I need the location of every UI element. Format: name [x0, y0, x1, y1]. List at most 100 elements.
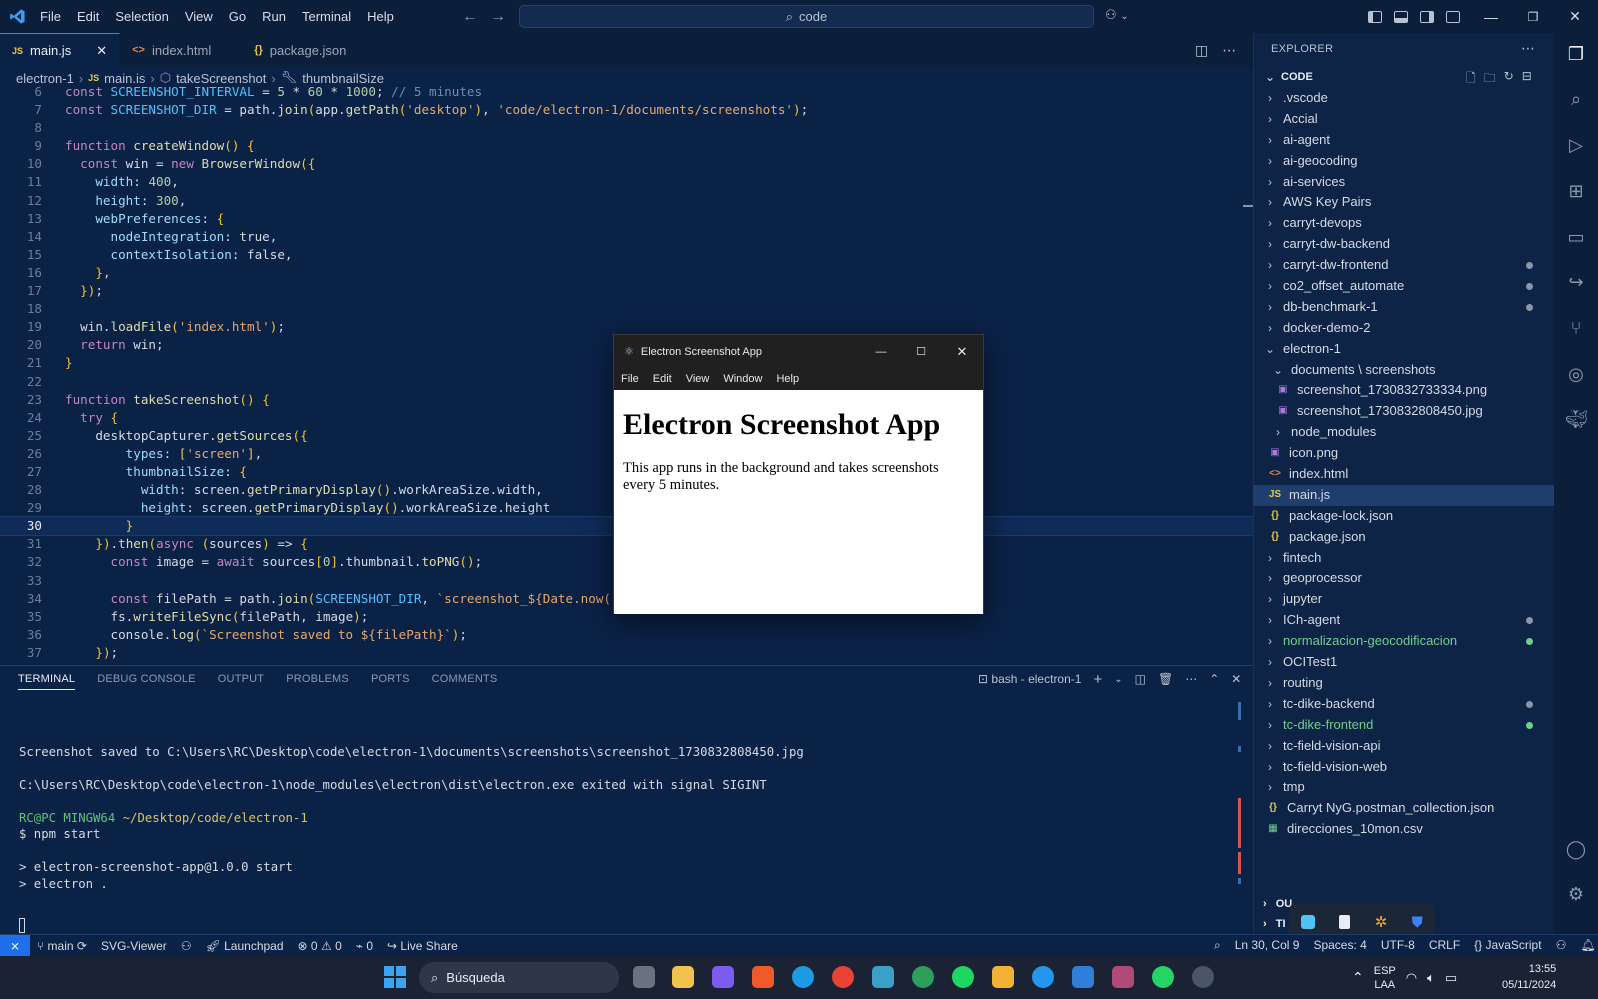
close-icon[interactable]: ✕ [1554, 8, 1596, 25]
close-icon[interactable]: ✕ [96, 43, 107, 59]
menu-file[interactable]: File [32, 0, 69, 33]
copilot-status-icon[interactable]: ⚇ [1549, 938, 1574, 952]
chrome-icon[interactable] [832, 966, 854, 988]
indentation-status[interactable]: Spaces: 4 [1306, 938, 1373, 952]
gitlens-status-icon[interactable]: ⚇ [174, 939, 199, 953]
copilot-app-icon[interactable] [712, 966, 734, 988]
toggle-primary-sidebar-icon[interactable] [1368, 10, 1382, 23]
code-line[interactable]: 6 const SCREENSHOT_INTERVAL = 5 * 60 * 10… [0, 83, 1253, 101]
tree-file[interactable]: {} package.json [1253, 527, 1554, 548]
clipboard-tray-icon[interactable] [1339, 915, 1351, 929]
explorer-icon[interactable]: ❐ [1565, 43, 1587, 65]
tab-problems[interactable]: PROBLEMS [286, 673, 349, 685]
copilot-menu-button[interactable]: ⚇ ⌄ [1105, 7, 1129, 23]
tree-folder[interactable]: ⌄ documents \ screenshots [1253, 360, 1554, 381]
live-share-status[interactable]: ↪ Live Share [380, 939, 465, 953]
extensions-icon[interactable]: ⊞ [1565, 180, 1587, 202]
minimize-icon[interactable]: — [1470, 9, 1512, 25]
tree-file[interactable]: ▣ screenshot_1730832808450.jpg [1253, 401, 1554, 422]
electron-menu-help[interactable]: Help [776, 373, 799, 385]
ports-status[interactable]: ⌁ 0 [349, 939, 380, 953]
svg-viewer-status[interactable]: SVG-Viewer [94, 939, 174, 953]
tree-folder[interactable]: › Accial [1253, 109, 1554, 130]
whatsapp-icon[interactable] [1152, 966, 1174, 988]
tree-folder[interactable]: › ai-services [1253, 172, 1554, 193]
code-line[interactable]: 13 webPreferences: { [0, 210, 1253, 228]
refresh-icon[interactable]: ↻ [1504, 69, 1514, 90]
chevron-down-icon[interactable]: ⌄ [1114, 674, 1122, 685]
new-file-icon[interactable]: 🗋︎ [1466, 69, 1476, 90]
tree-folder[interactable]: › AWS Key Pairs [1253, 192, 1554, 213]
menu-help[interactable]: Help [359, 0, 402, 33]
taskbar-search[interactable]: ⌕ Búsqueda [419, 962, 619, 993]
tree-folder[interactable]: › geoprocessor [1253, 568, 1554, 589]
spotify-icon[interactable] [952, 966, 974, 988]
speaker-icon[interactable]: 🔈︎ [1427, 970, 1435, 986]
minimize-icon[interactable]: — [861, 346, 901, 358]
close-panel-icon[interactable]: ✕ [1231, 672, 1241, 686]
remote-explorer-icon[interactable]: ▭ [1565, 226, 1587, 248]
tree-folder[interactable]: › tc-field-vision-web [1253, 757, 1554, 778]
code-line[interactable]: 16 }, [0, 264, 1253, 282]
menu-run[interactable]: Run [254, 0, 294, 33]
vscode-taskbar-icon[interactable] [1072, 966, 1094, 988]
tree-folder[interactable]: › ai-geocoding [1253, 151, 1554, 172]
code-line[interactable]: 17 }); [0, 282, 1253, 300]
terminal-selector[interactable]: ⊡ bash - electron-1 [978, 672, 1081, 686]
code-line[interactable]: 11 width: 400, [0, 173, 1253, 191]
tree-folder[interactable]: › docker-demo-2 [1253, 318, 1554, 339]
search-icon[interactable]: ⌕ [1565, 88, 1587, 110]
zoom-icon[interactable]: ⌕ [1207, 938, 1228, 953]
code-line[interactable]: 9 function createWindow() { [0, 137, 1253, 155]
tree-folder[interactable]: › co2_offset_automate [1253, 276, 1554, 297]
brave-icon[interactable] [752, 966, 774, 988]
battery-icon[interactable]: ▭ [1445, 970, 1457, 986]
terminal-output[interactable]: Screenshot saved to C:\Users\RC\Desktop\… [0, 727, 1240, 892]
tree-folder[interactable]: › ICh-agent [1253, 610, 1554, 631]
tree-folder[interactable]: › tmp [1253, 777, 1554, 798]
tree-folder[interactable]: › carryt-dw-frontend [1253, 255, 1554, 276]
code-line[interactable]: 18 [0, 300, 1253, 318]
customize-layout-icon[interactable] [1446, 10, 1460, 23]
edge-icon[interactable] [792, 966, 814, 988]
docker-app-icon[interactable] [1032, 966, 1054, 988]
tab-comments[interactable]: COMMENTS [432, 673, 498, 685]
tree-folder[interactable]: › tc-field-vision-api [1253, 736, 1554, 757]
tree-folder[interactable]: › .vscode [1253, 88, 1554, 109]
database-app-icon[interactable] [872, 966, 894, 988]
new-folder-icon[interactable]: 🗀︎ [1484, 69, 1496, 90]
tree-folder[interactable]: › jupyter [1253, 589, 1554, 610]
maximize-panel-icon[interactable]: ⌃ [1209, 672, 1219, 686]
split-terminal-icon[interactable]: ◫ [1135, 672, 1146, 686]
tree-folder[interactable]: › tc-dike-frontend [1253, 715, 1554, 736]
tree-folder[interactable]: › tc-dike-backend [1253, 694, 1554, 715]
chevron-up-icon[interactable]: ⌃ [1352, 969, 1364, 986]
tree-file[interactable]: {} package-lock.json [1253, 506, 1554, 527]
tree-folder[interactable]: › fintech [1253, 548, 1554, 569]
git-tray-icon[interactable]: ✲ [1375, 913, 1388, 931]
file-manager-icon[interactable] [672, 966, 694, 988]
tab-debug-console[interactable]: DEBUG CONSOLE [97, 673, 196, 685]
gear-icon[interactable]: ⚙ [1565, 883, 1587, 905]
close-icon[interactable]: ✕ [941, 344, 983, 360]
task-view-icon[interactable] [633, 966, 655, 988]
electron-menu-window[interactable]: Window [723, 373, 762, 385]
source-control-icon[interactable]: ⑂ [1565, 317, 1587, 339]
electron-window-titlebar[interactable]: ⚛ Electron Screenshot App — ☐ ✕ [614, 335, 983, 368]
electron-menu-edit[interactable]: Edit [653, 373, 672, 385]
tree-folder[interactable]: › normalizacion-geocodificacion [1253, 631, 1554, 652]
electron-app-icon[interactable] [1192, 966, 1214, 988]
tree-folder[interactable]: › carryt-dw-backend [1253, 234, 1554, 255]
more-actions-icon[interactable]: ⋯ [1185, 672, 1197, 686]
language-indicator[interactable]: ESP LAA [1374, 964, 1396, 992]
mongodb-icon[interactable] [912, 966, 934, 988]
code-line[interactable]: 8 [0, 119, 1253, 137]
launchpad-status[interactable]: 🚀︎ Launchpad [199, 939, 291, 953]
tree-file[interactable]: ▣ icon.png [1253, 443, 1554, 464]
tree-file[interactable]: ▦ direcciones_10mon.csv [1253, 819, 1554, 840]
docker-icon[interactable]: 🐳︎ [1565, 408, 1588, 430]
remote-indicator-icon[interactable]: ⨯ [0, 934, 30, 957]
tree-folder[interactable]: › db-benchmark-1 [1253, 297, 1554, 318]
code-line[interactable]: 15 contextIsolation: false, [0, 246, 1253, 264]
tree-file[interactable]: ▣ screenshot_1730832733334.png [1253, 380, 1554, 401]
